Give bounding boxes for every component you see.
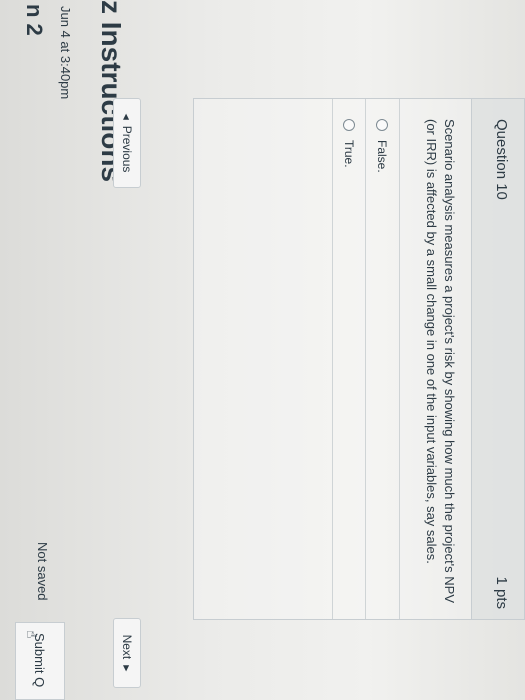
save-status: Not saved: [35, 542, 50, 601]
next-label: Next: [120, 634, 134, 660]
answer-option-true[interactable]: True.: [332, 99, 366, 619]
next-button[interactable]: Next ▶: [113, 618, 141, 688]
radio-button[interactable]: [376, 119, 389, 131]
caret-right-icon: ▶: [122, 665, 132, 672]
question-nav: ◀ Previous Next ▶: [105, 98, 145, 688]
question-header: Question 10 1 pts: [471, 99, 524, 619]
due-date: Jun 4 at 3:40pm: [58, 6, 73, 100]
answer-option-false[interactable]: False.: [366, 99, 400, 619]
answer-label: True.: [342, 140, 356, 168]
question-text: Scenario analysis measures a project's r…: [424, 119, 457, 604]
radio-button[interactable]: [343, 119, 355, 131]
previous-label: Previous: [120, 125, 134, 173]
quiz-page: n 2 Jun 4 at 3:40pm z Instructions Quest…: [0, 0, 525, 700]
photo-stage: n 2 Jun 4 at 3:40pm z Instructions Quest…: [0, 0, 525, 700]
question-card: Question 10 1 pts Scenario analysis meas…: [193, 98, 525, 620]
question-points: 1 pts: [493, 576, 510, 609]
submit-label: Submit Q: [32, 633, 48, 688]
answer-label: False.: [375, 140, 390, 173]
answer-list: False. True.: [332, 99, 400, 619]
quiz-title: n 2: [22, 4, 47, 36]
previous-button[interactable]: ◀ Previous: [113, 98, 141, 188]
caret-left-icon: ◀: [122, 113, 132, 120]
hand-cursor-icon: ☝: [24, 630, 40, 639]
question-title: Question 10: [493, 119, 510, 200]
